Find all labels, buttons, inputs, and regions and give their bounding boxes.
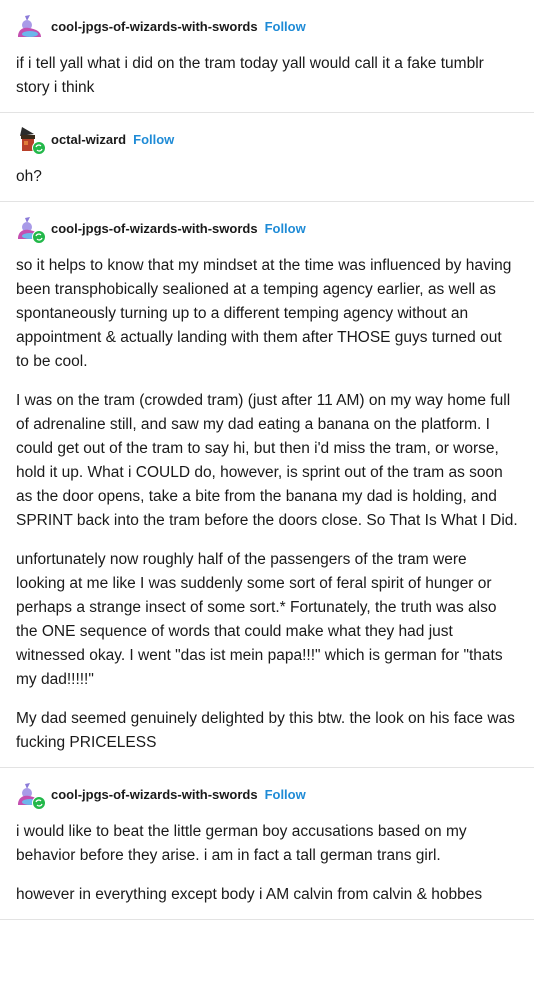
reblog-post: cool-jpgs-of-wizards-with-swords Follow … xyxy=(0,202,534,768)
post-paragraph: however in everything except body i AM c… xyxy=(16,886,483,903)
post-body: so it helps to know that my mindset at t… xyxy=(0,254,534,767)
avatar[interactable] xyxy=(16,215,46,244)
username[interactable]: cool-jpgs-of-wizards-with-swords xyxy=(51,19,258,34)
follow-button[interactable]: Follow xyxy=(133,132,174,147)
post-paragraph: oh? xyxy=(16,168,42,185)
avatar[interactable] xyxy=(16,126,46,155)
post-body: i would like to beat the little german b… xyxy=(0,820,534,919)
post-header: cool-jpgs-of-wizards-with-swords Follow xyxy=(0,202,534,254)
post-header: cool-jpgs-of-wizards-with-swords Follow xyxy=(0,0,534,52)
post-paragraph: i would like to beat the little german b… xyxy=(16,823,467,864)
reblog-icon xyxy=(32,141,46,155)
reblog-post: cool-jpgs-of-wizards-with-swords Follow … xyxy=(0,768,534,920)
post-paragraph: unfortunately now roughly half of the pa… xyxy=(16,551,503,688)
post-paragraph: My dad seemed genuinely delighted by thi… xyxy=(16,710,515,751)
username[interactable]: cool-jpgs-of-wizards-with-swords xyxy=(51,221,258,236)
follow-button[interactable]: Follow xyxy=(265,221,306,236)
avatar[interactable] xyxy=(16,13,42,39)
post-body: oh? xyxy=(0,165,534,201)
reblog-icon xyxy=(32,230,46,244)
post-paragraph: I was on the tram (crowded tram) (just a… xyxy=(16,392,518,529)
wizard-avatar-icon xyxy=(18,15,41,37)
reblog-icon xyxy=(32,796,46,810)
reblog-post: cool-jpgs-of-wizards-with-swords Follow … xyxy=(0,0,534,113)
post-header: cool-jpgs-of-wizards-with-swords Follow xyxy=(0,768,534,820)
post-paragraph: so it helps to know that my mindset at t… xyxy=(16,257,512,370)
post-header: octal-wizard Follow xyxy=(0,113,534,165)
post-body: if i tell yall what i did on the tram to… xyxy=(0,52,534,112)
follow-button[interactable]: Follow xyxy=(265,19,306,34)
avatar[interactable] xyxy=(16,781,46,810)
reblog-post: octal-wizard Follow oh? xyxy=(0,113,534,202)
post-paragraph: if i tell yall what i did on the tram to… xyxy=(16,55,484,96)
follow-button[interactable]: Follow xyxy=(265,787,306,802)
username[interactable]: cool-jpgs-of-wizards-with-swords xyxy=(51,787,258,802)
username[interactable]: octal-wizard xyxy=(51,132,126,147)
